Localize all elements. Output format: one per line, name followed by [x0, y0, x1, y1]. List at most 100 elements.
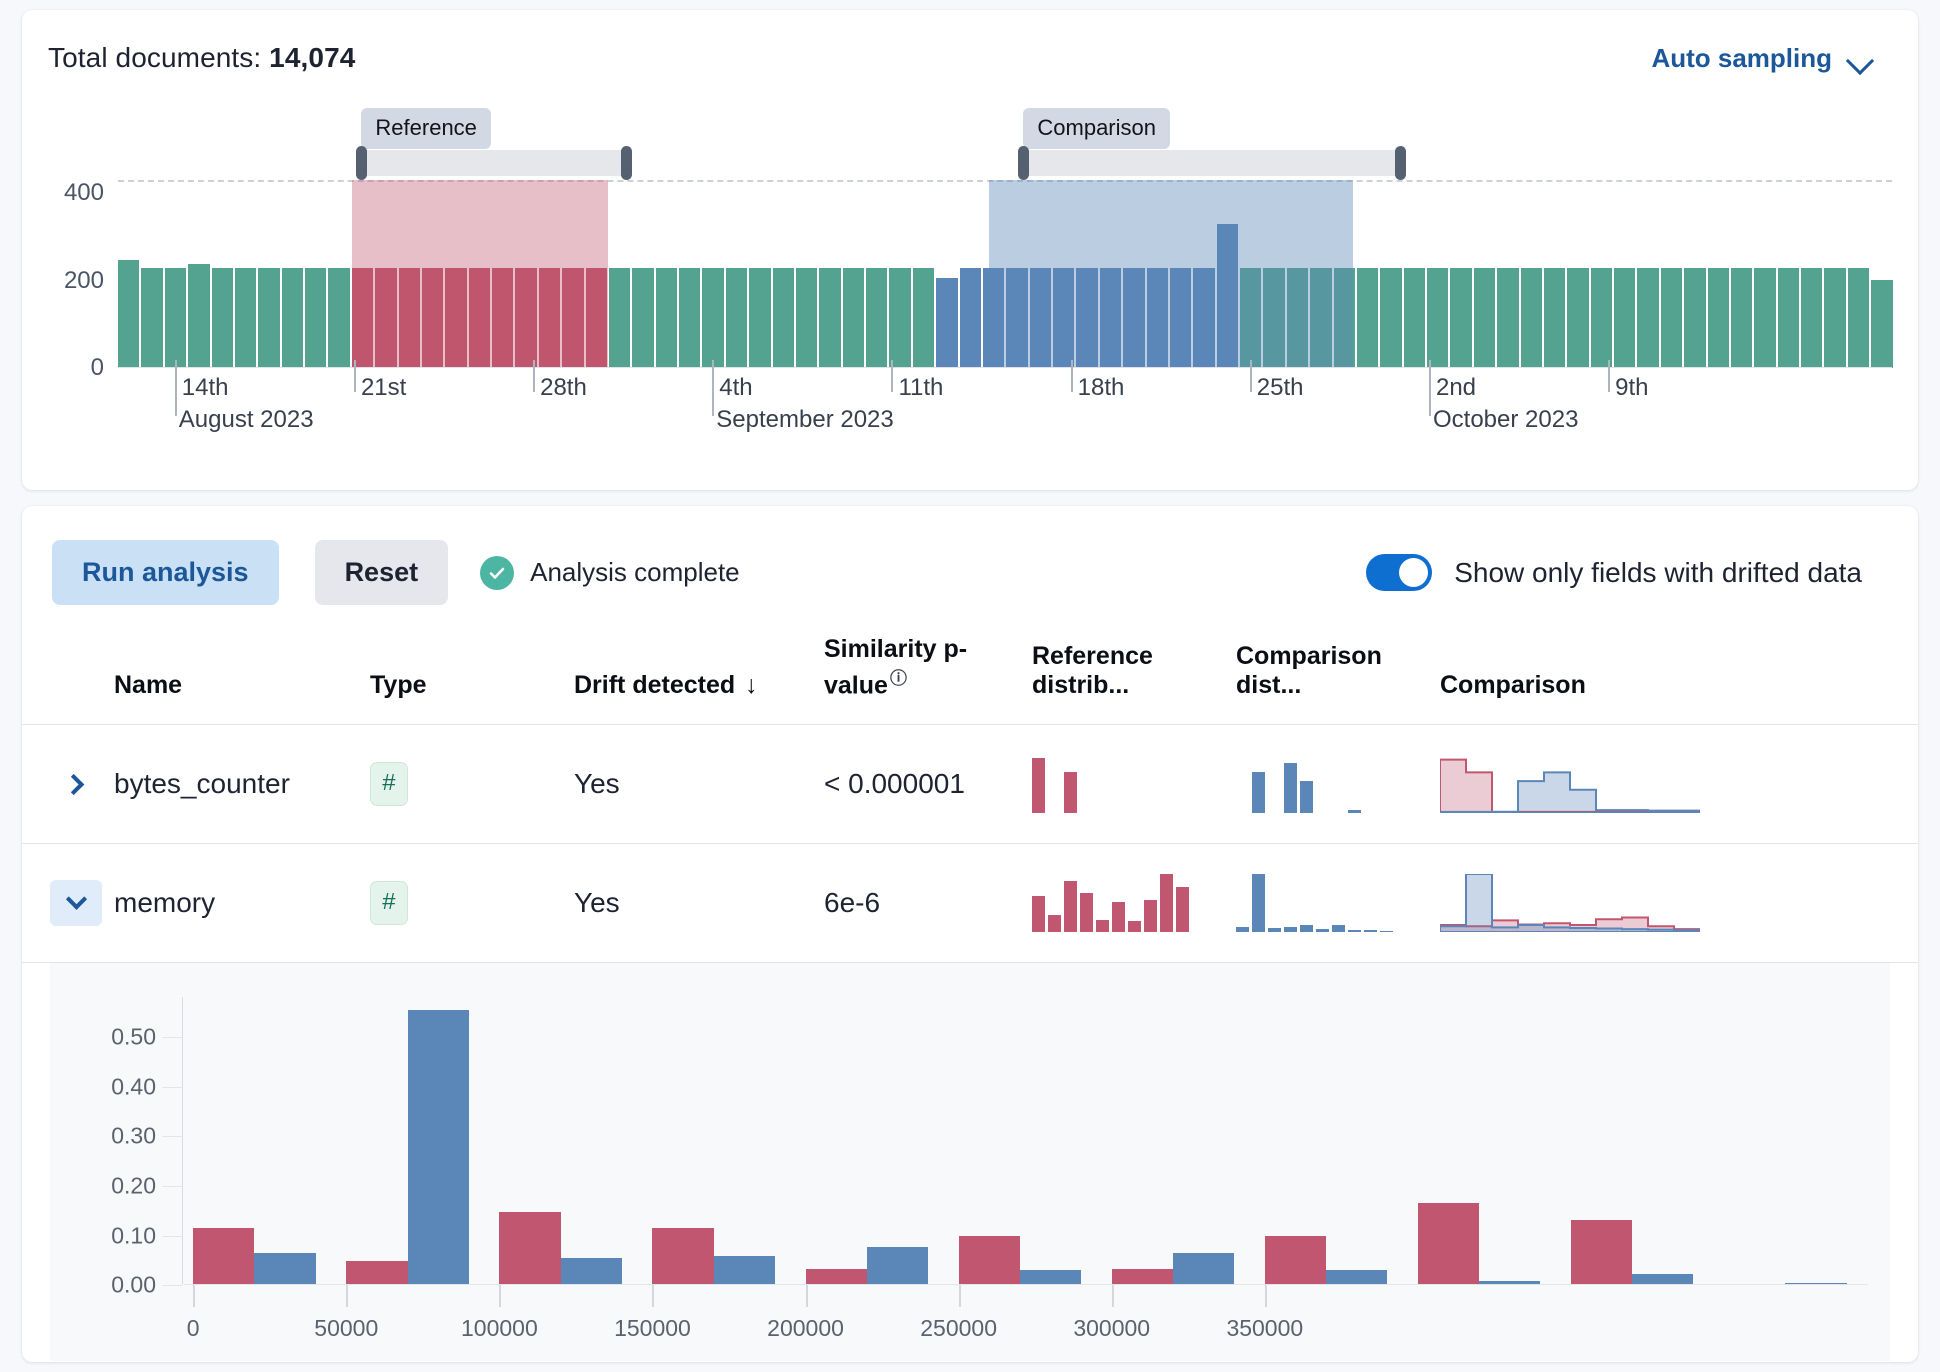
timeline-bar — [164, 268, 187, 368]
timeline-header: Total documents: 14,074 Auto sampling — [48, 10, 1892, 74]
sparkline-bar — [1112, 902, 1125, 933]
timeline-bar — [1193, 268, 1215, 368]
row-expand-cell — [22, 844, 114, 963]
timeline-bar — [118, 259, 140, 368]
drift-detected-cell: Yes — [574, 887, 620, 919]
timeline-bar — [1590, 268, 1612, 368]
detail-comparison-bar — [1326, 1270, 1388, 1286]
timeline-bar — [1427, 268, 1449, 368]
detail-x-tick-label: 250000 — [920, 1315, 997, 1342]
comparison-brush-handle-right[interactable] — [1395, 146, 1407, 180]
tick-line — [533, 360, 536, 392]
distribution-sparkline — [1236, 755, 1440, 814]
tick-line — [174, 360, 177, 416]
detail-comparison-bar — [713, 1255, 775, 1286]
tick-line — [958, 1285, 961, 1308]
column-header-drift-detected[interactable]: Drift detected ↓ — [574, 635, 824, 725]
sparkline-bar — [1284, 927, 1297, 933]
detail-plot-area: 0.50 0.40 0.30 0.20 0.10 0.00 — [111, 997, 1868, 1298]
detail-y-tick: 0.50 — [111, 1023, 156, 1050]
timeline-bar — [1567, 268, 1589, 368]
detail-comparison-bar — [560, 1257, 622, 1286]
tick-line — [1111, 1285, 1114, 1308]
timeline-bar — [1240, 268, 1262, 368]
fields-table: Name Type Drift detected ↓ Similarity p-v… — [22, 635, 1918, 963]
timeline-bar — [772, 268, 794, 368]
sparkline-bar — [1300, 924, 1313, 933]
row-expand-cell — [22, 725, 114, 844]
expand-row-button[interactable] — [50, 761, 102, 807]
timeline-bar — [1754, 268, 1776, 368]
timeline-bar — [211, 268, 233, 368]
reference-brush-handle-right[interactable] — [620, 146, 632, 180]
timeline-bar — [562, 268, 584, 368]
reference-brush-label: Reference — [361, 108, 491, 149]
timeline-bar — [1356, 268, 1379, 368]
comparison-brush[interactable]: Comparison — [1018, 108, 1407, 180]
field-type-cell: # — [370, 725, 574, 844]
sparkline-bar — [1128, 920, 1141, 933]
number-type-icon: # — [370, 881, 408, 926]
tick-day-label: 9th — [1615, 374, 1649, 401]
comparison-brush-track[interactable] — [1023, 150, 1402, 176]
timeline-bar — [1076, 268, 1098, 368]
chevron-down-icon — [1848, 51, 1874, 66]
timeline-bar — [468, 268, 490, 368]
column-header-comparison: Comparison — [1440, 671, 1586, 700]
timeline-bar — [1099, 268, 1122, 368]
timeline-bar — [1286, 268, 1309, 368]
timeline-bar — [1847, 268, 1870, 368]
auto-sampling-label: Auto sampling — [1651, 42, 1832, 73]
detail-reference-bar — [652, 1228, 714, 1286]
sparkline-bar — [1364, 930, 1377, 933]
reference-brush[interactable]: Reference — [356, 108, 632, 180]
reference-brush-track[interactable] — [361, 150, 627, 176]
column-header-name[interactable]: Name — [114, 635, 370, 725]
run-analysis-button[interactable]: Run analysis — [52, 540, 279, 605]
distribution-sparkline — [1032, 874, 1236, 933]
detail-y-tick-mark — [162, 1086, 182, 1088]
tick-day-label: 21st — [360, 374, 407, 401]
column-header-type[interactable]: Type — [370, 635, 574, 725]
timeline-bar — [1777, 268, 1799, 368]
tick-line — [1264, 1285, 1267, 1308]
timeline-bar — [1029, 268, 1051, 368]
auto-sampling-dropdown[interactable]: Auto sampling — [1651, 43, 1892, 74]
reference-brush-handle-left[interactable] — [356, 146, 368, 180]
timeline-y-tick: 400 — [63, 179, 104, 207]
tick-month-label: October 2023 — [1432, 406, 1579, 433]
chevron-right-icon — [62, 773, 84, 795]
timeline-bar — [538, 268, 561, 368]
timeline-bar — [1216, 223, 1238, 368]
show-drifted-label: Show only fields with drifted data — [1454, 556, 1862, 588]
drift-analysis-page: Total documents: 14,074 Auto sampling Re… — [0, 10, 1940, 1372]
total-documents: Total documents: 14,074 — [48, 42, 355, 74]
detail-reference-bar — [499, 1211, 561, 1286]
table-row[interactable]: bytes_counter # Yes < 0.000001 — [22, 725, 1918, 844]
help-circle-icon[interactable]: ⓘ — [890, 669, 907, 688]
detail-y-tick: 0.00 — [111, 1271, 156, 1298]
show-drifted-toggle[interactable] — [1366, 554, 1433, 591]
timeline-chart[interactable]: Reference Comparison 400 200 0 14th August … — [48, 80, 1893, 440]
timeline-bar — [725, 268, 748, 368]
timeline-bar — [1824, 268, 1846, 368]
comparison-overlay-cell — [1440, 725, 1918, 844]
detail-y-tick: 0.10 — [111, 1222, 156, 1249]
timeline-bar — [1497, 268, 1519, 368]
reset-button[interactable]: Reset — [314, 540, 449, 605]
tick-line — [1428, 360, 1431, 416]
column-header-p-value[interactable]: Similarity p-value ⓘ — [824, 635, 1032, 725]
comparison-brush-handle-left[interactable] — [1018, 146, 1030, 180]
tick-line — [193, 1285, 196, 1308]
timeline-bar — [959, 268, 981, 368]
timeline-bar — [679, 268, 701, 368]
timeline-bar — [1730, 268, 1753, 368]
memory-detail-chart: 0.50 0.40 0.30 0.20 0.10 0.00 0 50000 100000 150… — [50, 963, 1890, 1362]
timeline-bar — [842, 268, 864, 368]
sparkline-bar — [1252, 874, 1265, 933]
timeline-bar — [866, 268, 888, 368]
table-row[interactable]: memory # Yes 6e-6 — [22, 844, 1918, 963]
collapse-row-button[interactable] — [50, 880, 102, 927]
sparkline-bar — [1348, 930, 1361, 933]
timeline-bar — [585, 268, 607, 368]
